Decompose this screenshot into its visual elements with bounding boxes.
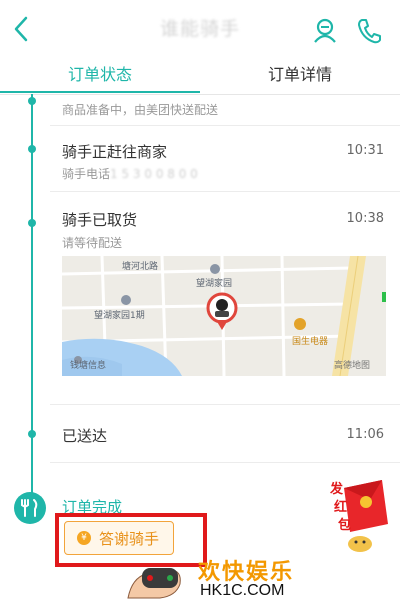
- rider-location-map[interactable]: 塘河北路 望湖家园 望湖家园1期 国生电器 钱塘信息 高德地图: [62, 256, 386, 376]
- map-label: 望湖家园: [196, 277, 232, 289]
- timeline-dot: [28, 97, 36, 105]
- timeline-title: 已送达: [62, 427, 108, 445]
- timeline-subtitle: 商品准备中，由美团快送配送: [62, 103, 219, 117]
- rider-icon[interactable]: [312, 16, 338, 44]
- timeline-time: 10:38: [346, 211, 384, 226]
- order-complete-icon: [14, 492, 46, 524]
- divider: [50, 191, 400, 192]
- tab-bar: 订单状态 订单详情: [0, 58, 400, 95]
- gamepad-hand-icon: [127, 568, 181, 599]
- tab-order-detail[interactable]: 订单详情: [200, 58, 400, 92]
- site-watermark: 欢快娱乐 HK1C.COM: [120, 548, 300, 608]
- red-packet-char: 包: [338, 518, 352, 533]
- map-attribution: 高德地图: [334, 359, 370, 371]
- watermark-url: HK1C.COM: [200, 582, 285, 599]
- timeline-subtitle: 请等待配送: [62, 236, 123, 250]
- fork-knife-icon: [21, 499, 38, 517]
- phone-icon[interactable]: [356, 16, 382, 44]
- coin-icon: ¥: [77, 531, 91, 545]
- map-canvas: 塘河北路 望湖家园 望湖家园1期 国生电器 钱塘信息 高德地图: [62, 256, 386, 376]
- timeline-dot: [28, 430, 36, 438]
- map-label: 钱塘信息: [70, 359, 106, 371]
- timeline-title: 骑手已取货: [62, 211, 138, 229]
- timeline-title: 骑手正赶往商家: [62, 143, 168, 161]
- red-packet-button[interactable]: 发 红 包: [326, 470, 390, 560]
- divider: [50, 125, 400, 126]
- divider: [50, 462, 400, 463]
- divider: [50, 404, 400, 405]
- page-title: 谁能骑手: [159, 18, 240, 40]
- timeline-time: 10:31: [346, 143, 384, 158]
- timeline-subtitle: 骑手电话: [62, 167, 111, 181]
- tab-order-status[interactable]: 订单状态: [0, 58, 200, 92]
- timeline-time: 11:06: [346, 427, 384, 442]
- timeline-dot: [28, 145, 36, 153]
- timeline-dot: [28, 219, 36, 227]
- map-label: 国生电器: [292, 335, 328, 347]
- chevron-left-icon[interactable]: [10, 14, 34, 44]
- red-packet-char: 发: [330, 482, 344, 497]
- app-header: 谁能骑手: [0, 0, 400, 58]
- active-tab-indicator: [0, 91, 200, 93]
- rider-phone[interactable]: 骑手电话1 5 3 0 0 8 0 0: [62, 165, 198, 182]
- thank-rider-label: 答谢骑手: [99, 530, 160, 548]
- map-label: 望湖家园1期: [94, 309, 145, 321]
- red-packet-char: 红: [334, 500, 348, 515]
- map-label: 塘河北路: [122, 260, 158, 272]
